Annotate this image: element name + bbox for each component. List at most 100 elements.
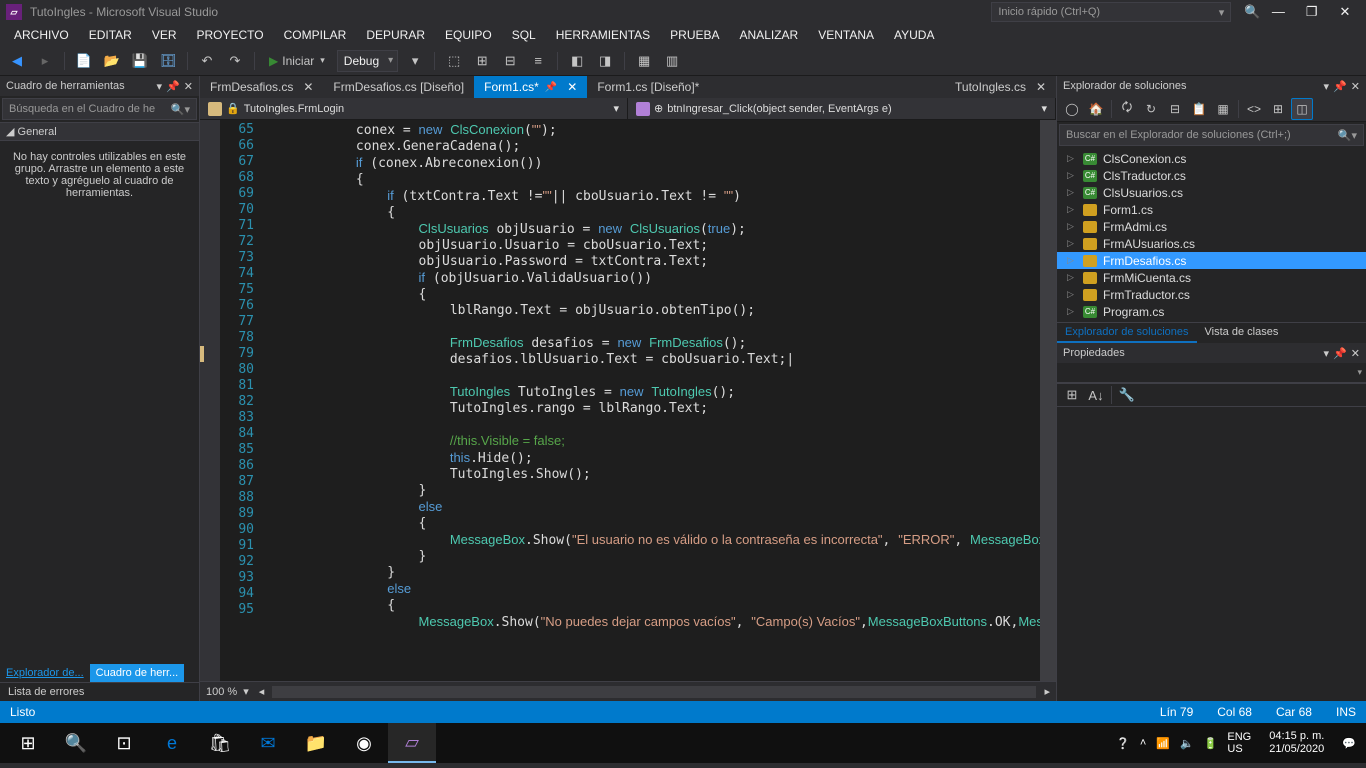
tab-server-explorer[interactable]: Explorador de... <box>0 664 90 682</box>
store-icon[interactable]: 🛍 <box>196 723 244 763</box>
minimize-button[interactable]: — <box>1263 4 1293 19</box>
tree-item[interactable]: ▷Form1.cs <box>1057 201 1366 218</box>
save-all-icon[interactable]: 🗄 <box>157 50 179 72</box>
sol-code-icon[interactable]: <> <box>1243 98 1265 120</box>
menu-proyecto[interactable]: PROYECTO <box>189 26 272 44</box>
tab-solution-explorer[interactable]: Explorador de soluciones <box>1057 323 1197 343</box>
tree-item[interactable]: ▷FrmMiCuenta.cs <box>1057 269 1366 286</box>
battery-icon[interactable]: 🔋 <box>1204 737 1218 750</box>
quick-launch-input[interactable]: Inicio rápido (Ctrl+Q)▾ <box>991 2 1231 22</box>
dropdown-icon[interactable]: ▾ <box>1324 348 1330 360</box>
clock[interactable]: 04:15 p. m. 21/05/2020 <box>1261 730 1332 756</box>
error-list-tab[interactable]: Lista de errores <box>0 682 199 701</box>
toolbox-search-input[interactable]: Búsqueda en el Cuadro de he🔍▾ <box>2 98 197 120</box>
properties-object-combo[interactable]: ▾ <box>1057 363 1366 383</box>
notifications-icon[interactable]: 💬 <box>1342 737 1356 750</box>
menu-archivo[interactable]: ARCHIVO <box>6 26 77 44</box>
properties-grid[interactable] <box>1057 407 1366 701</box>
menu-ver[interactable]: VER <box>144 26 185 44</box>
doc-tab[interactable]: TutoIngles.cs✕ <box>945 76 1056 98</box>
open-icon[interactable]: 📂 <box>101 50 123 72</box>
sol-showall-icon[interactable]: 📋 <box>1188 98 1210 120</box>
start-debug-button[interactable]: ▶Iniciar▾ <box>263 52 331 70</box>
sol-refresh-icon[interactable]: ↻ <box>1140 98 1162 120</box>
tree-item[interactable]: ▷C#ClsConexion.cs <box>1057 150 1366 167</box>
close-panel-icon[interactable]: ✕ <box>184 81 193 93</box>
close-button[interactable]: ✕ <box>1330 4 1360 20</box>
sol-back-icon[interactable]: ◯ <box>1061 98 1083 120</box>
tool-icon-4[interactable]: ≡ <box>527 50 549 72</box>
tree-item[interactable]: ▷FrmAdmi.cs <box>1057 218 1366 235</box>
close-panel-icon[interactable]: ✕ <box>1351 81 1360 93</box>
hscroll-left-icon[interactable]: ◂ <box>259 685 265 698</box>
tree-item[interactable]: ▷FrmDesafios.cs <box>1057 252 1366 269</box>
zoom-level[interactable]: 100 % <box>206 686 237 698</box>
pin-icon[interactable]: 📌 <box>166 81 180 93</box>
start-button[interactable]: ⊞ <box>4 723 52 763</box>
config-combo[interactable]: Debug <box>337 50 398 72</box>
nav-fwd-icon[interactable]: ▸ <box>34 50 56 72</box>
tool-icon-2[interactable]: ⊞ <box>471 50 493 72</box>
sol-props-icon[interactable]: ▦ <box>1212 98 1234 120</box>
tab-class-view[interactable]: Vista de clases <box>1197 323 1287 343</box>
new-project-icon[interactable]: 📄 <box>73 50 95 72</box>
menu-analizar[interactable]: ANALIZAR <box>732 26 807 44</box>
redo-icon[interactable]: ↷ <box>224 50 246 72</box>
dropdown-icon[interactable]: ▾ <box>157 81 163 93</box>
breakpoint-margin[interactable] <box>200 120 220 681</box>
lang-indicator[interactable]: ENG US <box>1227 731 1251 755</box>
edge-icon[interactable]: e <box>148 723 196 763</box>
solution-tree[interactable]: ▷C#ClsConexion.cs▷C#ClsTraductor.cs▷C#Cl… <box>1057 148 1366 322</box>
tool-icon-1[interactable]: ⬚ <box>443 50 465 72</box>
menu-ayuda[interactable]: AYUDA <box>886 26 942 44</box>
tree-item[interactable]: ▷FrmAUsuarios.cs <box>1057 235 1366 252</box>
menu-equipo[interactable]: EQUIPO <box>437 26 500 44</box>
menu-depurar[interactable]: DEPURAR <box>358 26 433 44</box>
vertical-scrollbar[interactable] <box>1040 120 1056 681</box>
code-editor[interactable]: 65 66 67 68 69 70 71 72 73 74 75 76 77 7… <box>200 120 1056 681</box>
tree-item[interactable]: ▷C#ClsUsuarios.cs <box>1057 184 1366 201</box>
solution-search-input[interactable]: Buscar en el Explorador de soluciones (C… <box>1059 124 1364 146</box>
any-cpu-icon[interactable]: ▾ <box>404 50 426 72</box>
doc-tab[interactable]: FrmDesafios.cs✕ <box>200 76 323 98</box>
close-panel-icon[interactable]: ✕ <box>1351 348 1360 360</box>
help-tray-icon[interactable]: ❔ <box>1116 737 1130 750</box>
sol-sync-icon[interactable]: 🗘 <box>1116 98 1138 120</box>
system-tray[interactable]: ❔ ˄ 📶 🔈 🔋 ENG US 04:15 p. m. 21/05/2020 … <box>1116 730 1362 756</box>
mail-icon[interactable]: ✉ <box>244 723 292 763</box>
volume-icon[interactable]: 🔈 <box>1180 737 1194 750</box>
tree-item[interactable]: ▷C#ClsTraductor.cs <box>1057 167 1366 184</box>
props-events-icon[interactable]: 🔧 <box>1116 384 1138 406</box>
code-content[interactable]: conex = new ClsConexion(""); conex.Gener… <box>262 120 1040 681</box>
doc-tab[interactable]: Form1.cs*📌✕ <box>474 76 587 98</box>
pin-icon[interactable]: 📌 <box>1333 81 1347 93</box>
menu-sql[interactable]: SQL <box>504 26 544 44</box>
horizontal-scrollbar[interactable] <box>272 686 1036 698</box>
search-icon[interactable]: 🔍 <box>1241 1 1263 23</box>
menu-herramientas[interactable]: HERRAMIENTAS <box>548 26 658 44</box>
search-button[interactable]: 🔍 <box>52 723 100 763</box>
tool-icon-6[interactable]: ◨ <box>594 50 616 72</box>
tree-item[interactable]: ▷FrmTraductor.cs <box>1057 286 1366 303</box>
tab-toolbox[interactable]: Cuadro de herr... <box>90 664 185 682</box>
dropdown-icon[interactable]: ▾ <box>1324 81 1330 93</box>
save-icon[interactable]: 💾 <box>129 50 151 72</box>
task-view-button[interactable]: ⊡ <box>100 723 148 763</box>
props-categorized-icon[interactable]: ⊞ <box>1061 384 1083 406</box>
zoom-dropdown-icon[interactable]: ▾ <box>243 685 249 698</box>
tool-icon-8[interactable]: ▥ <box>661 50 683 72</box>
tool-icon-7[interactable]: ▦ <box>633 50 655 72</box>
undo-icon[interactable]: ↶ <box>196 50 218 72</box>
explorer-icon[interactable]: 📁 <box>292 723 340 763</box>
method-combo[interactable]: ⊕ btnIngresar_Click(object sender, Event… <box>628 98 1056 119</box>
sol-collapse-icon[interactable]: ⊟ <box>1164 98 1186 120</box>
menu-compilar[interactable]: COMPILAR <box>276 26 355 44</box>
sol-design-icon[interactable]: ⊞ <box>1267 98 1289 120</box>
hscroll-right-icon[interactable]: ▸ <box>1044 685 1050 698</box>
sol-preview-icon[interactable]: ◫ <box>1291 98 1313 120</box>
vs-taskbar-icon[interactable]: ▱ <box>388 723 436 763</box>
menu-ventana[interactable]: VENTANA <box>810 26 882 44</box>
menu-prueba[interactable]: PRUEBA <box>662 26 727 44</box>
sol-home-icon[interactable]: 🏠 <box>1085 98 1107 120</box>
nav-back-icon[interactable]: ◀ <box>6 50 28 72</box>
